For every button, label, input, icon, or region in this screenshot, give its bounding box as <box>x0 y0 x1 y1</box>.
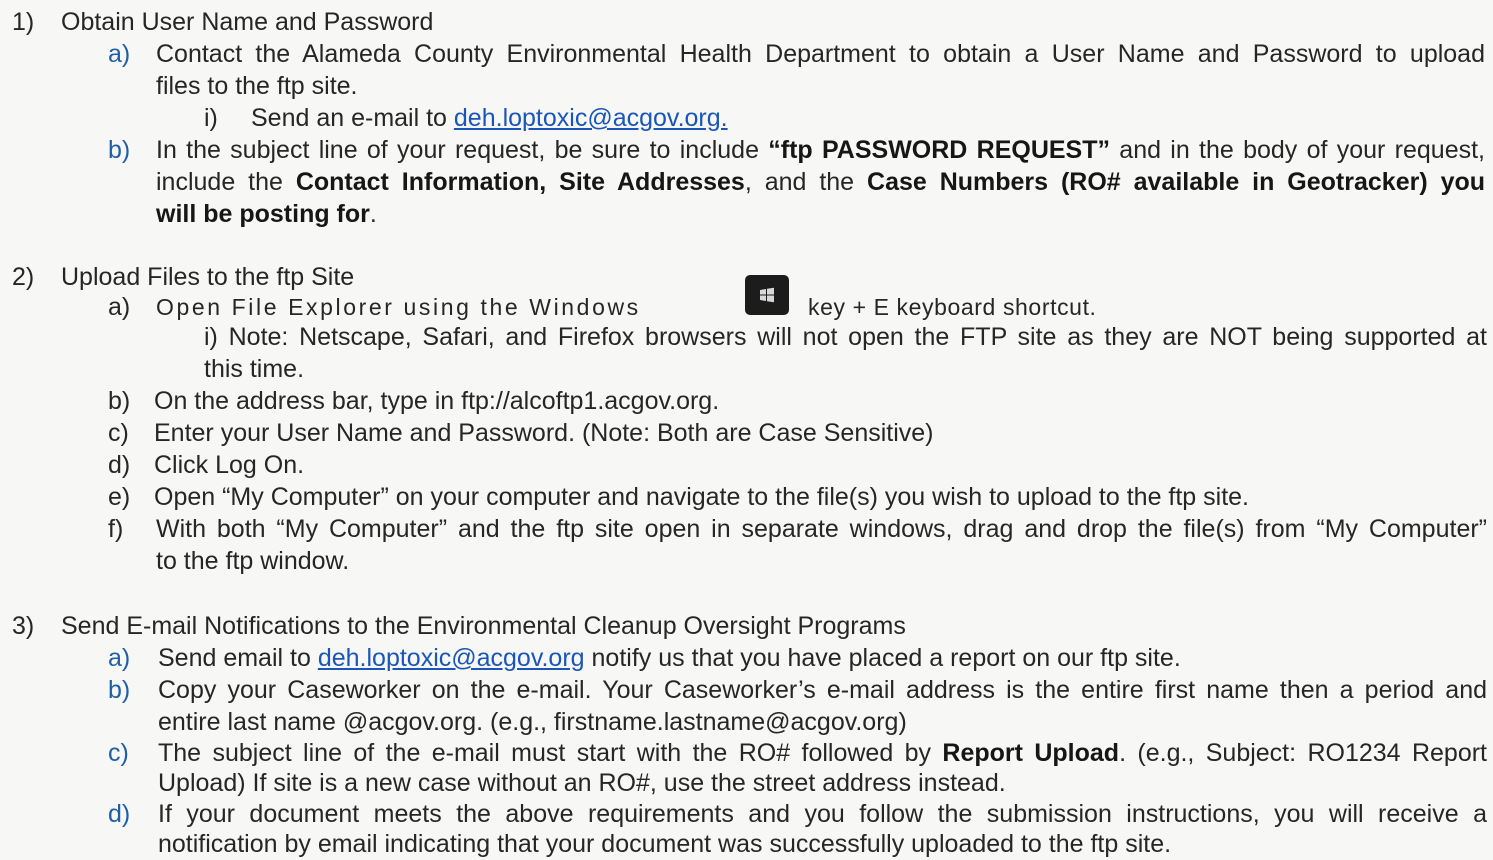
item-3c-line-2: Upload) If site is a new case without an… <box>158 769 1006 797</box>
item-1b-text: In the subject line of your request, be … <box>156 136 769 164</box>
item-2f-line-2: to the ftp window. <box>156 547 350 575</box>
section-3-title: Send E-mail Notifications to the Environ… <box>61 612 906 640</box>
windows-logo-icon <box>745 275 789 315</box>
item-1b-text: and in the body of your request, <box>1110 136 1485 164</box>
case-numbers-end: will be posting for <box>156 200 370 228</box>
item-2d-marker: d) <box>108 451 131 479</box>
section-1-title: Obtain User Name and Password <box>61 8 434 36</box>
section-1-number: 1) <box>12 8 35 36</box>
item-2a-text: Open File Explorer using the Windows <box>156 294 641 320</box>
item-3d-line-1: If your document meets the above require… <box>158 800 1487 828</box>
item-2c-text: Enter your User Name and Password. (Note… <box>154 419 934 447</box>
instructions-document: 1) Obtain User Name and Password a) Cont… <box>0 0 1493 858</box>
item-2a-note-line-1: i) Note: Netscape, Safari, and Firefox b… <box>204 323 1487 351</box>
item-3c-marker: c) <box>108 739 129 767</box>
item-1a-line-1: Contact the Alameda County Environmental… <box>156 40 1485 68</box>
item-2d-text: Click Log On. <box>154 451 305 479</box>
item-2e-marker: e) <box>108 483 131 511</box>
item-1b-marker: b) <box>108 136 131 164</box>
required-info: Contact Information, Site Addresses <box>295 168 745 196</box>
item-1b-text: . <box>369 200 377 228</box>
item-2f-marker: f) <box>108 515 124 543</box>
item-3a-text: Send email to deh.loptoxic@acgov.org not… <box>158 642 1181 674</box>
item-2a-marker: a) <box>108 293 131 321</box>
item-1a-i-label: Send an e-mail to <box>251 104 454 132</box>
section-2-title: Upload Files to the ftp Site <box>61 263 355 291</box>
item-2a-note-line-2: this time. <box>204 355 305 383</box>
item-3d-marker: d) <box>108 800 131 828</box>
section-2-number: 2) <box>12 263 35 291</box>
item-1b-line-1: In the subject line of your request, be … <box>156 134 1485 166</box>
item-1b-text: include the <box>156 168 296 196</box>
email-link[interactable]: deh.loptoxic@acgov.org <box>318 644 585 672</box>
item-1b-line-3: will be posting for. <box>156 198 377 230</box>
item-1a-line-2: files to the ftp site. <box>156 72 358 100</box>
item-3a-marker: a) <box>108 644 131 672</box>
item-3a-label: notify us that you have placed a report … <box>584 644 1181 672</box>
item-3b-line-1: Copy your Caseworker on the e-mail. Your… <box>158 676 1487 704</box>
item-3c-text: . (e.g., Subject: RO1234 Report <box>1119 739 1487 767</box>
item-3c-line-1: The subject line of the e-mail must star… <box>158 737 1487 769</box>
item-2a-shortcut: key + E keyboard shortcut. <box>808 294 1097 320</box>
item-2b-marker: b) <box>108 387 131 415</box>
item-1b-line-2: include the Contact Information, Site Ad… <box>156 166 1485 198</box>
report-upload-keyword: Report Upload <box>942 739 1120 767</box>
item-3b-marker: b) <box>108 676 131 704</box>
item-2c-marker: c) <box>108 419 129 447</box>
section-3-number: 3) <box>12 612 35 640</box>
item-1b-text: , and the <box>744 168 868 196</box>
email-link[interactable]: deh.loptoxic@acgov.org. <box>454 104 728 132</box>
item-3c-text: The subject line of the e-mail must star… <box>158 739 943 767</box>
item-3a-label: Send email to <box>158 644 318 672</box>
item-2b-text: On the address bar, type in ftp://alcoft… <box>154 387 720 415</box>
item-3b-line-2: entire last name @acgov.org. (e.g., firs… <box>158 708 907 736</box>
item-1a-i-marker: i) <box>204 104 218 132</box>
item-1a-marker: a) <box>108 40 131 68</box>
item-2f-line-1: With both “My Computer” and the ftp site… <box>156 515 1487 543</box>
item-3d-line-2: notification by email indicating that yo… <box>158 830 1172 858</box>
case-numbers: Case Numbers (RO# available in Geotracke… <box>867 168 1486 196</box>
item-2e-text: Open “My Computer” on your computer and … <box>154 483 1250 511</box>
item-1a-i-text: Send an e-mail to deh.loptoxic@acgov.org… <box>251 102 728 134</box>
subject-keyword: “ftp PASSWORD REQUEST” <box>768 136 1110 164</box>
